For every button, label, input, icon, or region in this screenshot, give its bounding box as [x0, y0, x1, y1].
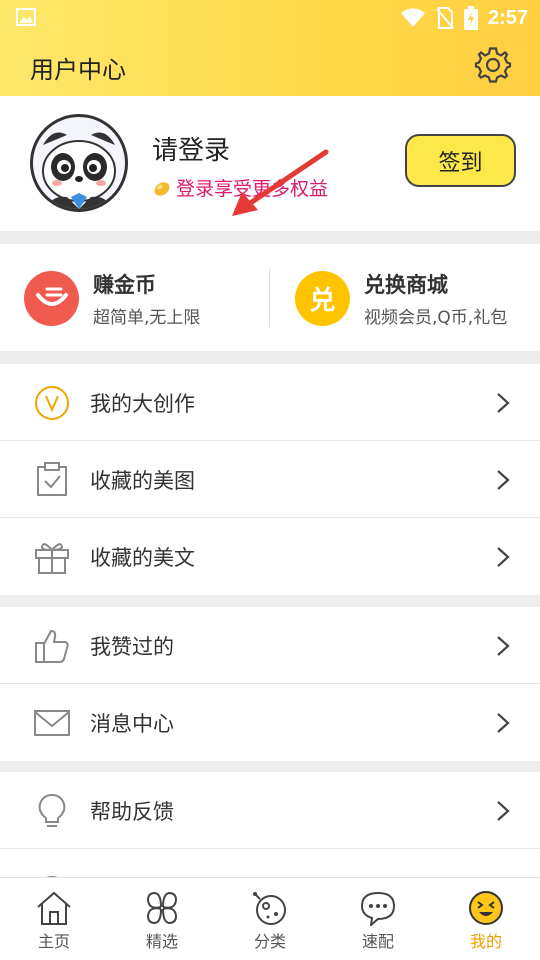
- menu-item-messages[interactable]: 消息中心: [0, 684, 540, 761]
- status-bar: 2:57: [0, 0, 540, 36]
- menu-label: 收藏的美文: [90, 546, 195, 570]
- status-time: 2:57: [487, 6, 528, 29]
- checkin-button[interactable]: 签到: [405, 134, 516, 187]
- menu-label: 收藏的美图: [90, 469, 195, 493]
- smiley-icon: [469, 891, 503, 925]
- menu-label: 我的大创作: [90, 392, 195, 416]
- profile-card: 请登录 登录享受更多权益 签到: [0, 96, 540, 231]
- menu-label: 我赞过的: [90, 635, 174, 659]
- login-prompt[interactable]: 请登录: [152, 130, 230, 167]
- home-icon: [37, 891, 71, 925]
- header-bar: 2:57 用户中心: [0, 0, 540, 96]
- menu-label: 消息中心: [90, 712, 174, 736]
- exchange-icon: 兑: [295, 270, 350, 326]
- red-arrow-icon: [232, 149, 329, 216]
- chevron-right-icon: [497, 713, 510, 733]
- tab-featured[interactable]: 精选: [108, 878, 216, 960]
- menu-item-saved-images[interactable]: 收藏的美图: [0, 441, 540, 518]
- tab-home[interactable]: 主页: [0, 878, 108, 960]
- menu-label: 帮助反馈: [90, 800, 174, 824]
- clipboard-check-icon: [37, 462, 67, 496]
- wifi-icon: [400, 8, 425, 27]
- coins-panel: 赚金币 超简单,无上限 兑 兑换商城 视频会员,Q币,礼包: [0, 244, 540, 351]
- planet-icon: [253, 892, 286, 925]
- tab-mine[interactable]: 我的: [432, 878, 540, 960]
- tab-match[interactable]: 速配: [324, 878, 432, 960]
- menu-group-creations: 我的大创作 收藏的美图 收藏的美文: [0, 364, 540, 595]
- menu-item-partial[interactable]: [0, 849, 540, 877]
- v-badge-icon: [35, 386, 69, 420]
- exchange-mall-title: 兑换商城: [364, 272, 448, 297]
- earn-coins-title: 赚金币: [93, 272, 156, 297]
- chevron-right-icon: [497, 801, 510, 821]
- earn-coins-entry[interactable]: 赚金币 超简单,无上限: [24, 268, 200, 328]
- avatar[interactable]: [30, 114, 128, 212]
- gold-bean-icon: [154, 181, 170, 196]
- coins-divider: [269, 269, 270, 327]
- menu-group-social: 我赞过的 消息中心: [0, 607, 540, 761]
- earn-coins-subtitle: 超简单,无上限: [93, 307, 201, 328]
- tab-categories[interactable]: 分类: [216, 878, 324, 960]
- tab-label: 精选: [145, 932, 178, 951]
- status-icons: 2:57: [400, 4, 528, 32]
- envelope-icon: [34, 710, 70, 736]
- lightbulb-icon: [38, 793, 66, 827]
- gift-icon: [35, 543, 69, 574]
- exchange-badge: 兑: [309, 285, 336, 316]
- panda-avatar-icon: [42, 132, 116, 209]
- chevron-right-icon: [497, 470, 510, 490]
- chevron-right-icon: [497, 393, 510, 413]
- tab-label: 速配: [361, 932, 394, 951]
- partial-item-icon: [46, 876, 58, 877]
- chevron-right-icon: [497, 636, 510, 656]
- tab-label: 分类: [253, 932, 286, 951]
- coin-earn-icon: [24, 270, 79, 326]
- page-title: 用户中心: [30, 56, 126, 84]
- menu-item-saved-articles[interactable]: 收藏的美文: [0, 518, 540, 595]
- thumbs-up-icon: [35, 629, 69, 663]
- clover-icon: [146, 891, 178, 925]
- menu-item-my-creations[interactable]: 我的大创作: [0, 364, 540, 441]
- tab-label: 主页: [37, 932, 70, 951]
- tab-label: 我的: [469, 932, 502, 951]
- exchange-mall-entry[interactable]: 兑 兑换商城 视频会员,Q币,礼包: [295, 268, 507, 328]
- menu-item-help-feedback[interactable]: 帮助反馈: [0, 772, 540, 849]
- chat-bubble-icon: [360, 891, 396, 926]
- chevron-right-icon: [497, 547, 510, 567]
- menu-item-liked[interactable]: 我赞过的: [0, 607, 540, 684]
- bottom-tab-bar: 主页 精选 分类 速配 我的: [0, 877, 540, 960]
- no-sim-icon: [436, 7, 454, 29]
- battery-charging-icon: [463, 6, 478, 30]
- image-notification-icon: [16, 8, 36, 26]
- exchange-mall-subtitle: 视频会员,Q币,礼包: [364, 307, 508, 328]
- menu-group-help: 帮助反馈: [0, 772, 540, 877]
- gear-icon[interactable]: [474, 46, 512, 84]
